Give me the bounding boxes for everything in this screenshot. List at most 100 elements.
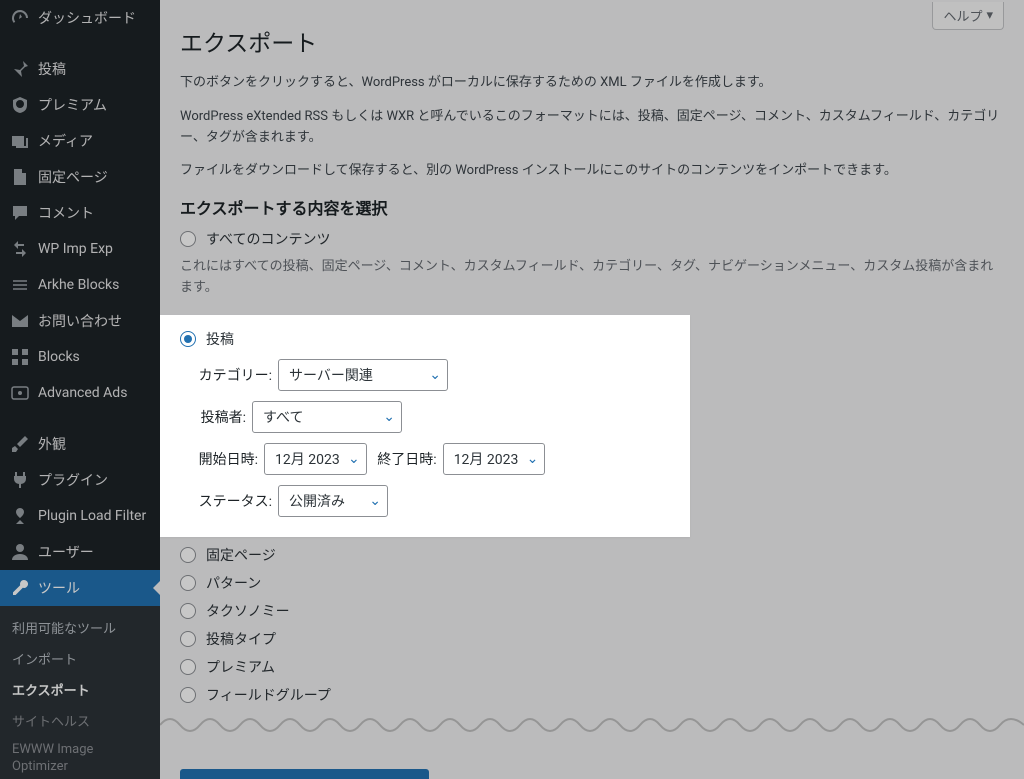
intro-paragraph-1: 下のボタンをクリックすると、WordPress がローカルに保存するための XM… [180,73,1004,94]
radio-icon [180,575,196,591]
start-date-select[interactable]: 12月 2023 ⌄ [264,443,367,475]
select-value: 12月 2023 [454,449,519,469]
category-select[interactable]: サーバー関連 ⌄ [278,359,448,391]
sidebar-item-contact[interactable]: お問い合わせ [0,303,160,339]
radio-patterns[interactable]: パターン [180,573,1004,593]
status-label: ステータス: [198,491,272,511]
radio-label: パターン [206,573,261,593]
pages-icon [10,167,30,187]
ad-icon [10,383,30,403]
radio-label: 投稿 [206,329,234,349]
sidebar-item-blocks[interactable]: Blocks [0,339,160,375]
chevron-down-icon: ⌄ [383,409,395,425]
radio-label: フィールドグループ [206,685,331,705]
sidebar-item-pluginloadfilter[interactable]: Plugin Load Filter [0,498,160,534]
help-label: ヘルプ [943,6,982,25]
radio-label: プレミアム [206,657,275,677]
admin-sidebar: ダッシュボード 投稿 プレミアム メディア 固定ページ コメント [0,0,160,779]
submenu-import[interactable]: インポート [0,643,160,674]
radio-icon [180,659,196,675]
sidebar-item-tools[interactable]: ツール [0,570,160,606]
chevron-down-icon: ⌄ [348,451,360,467]
radio-label: タクソノミー [206,601,290,621]
menu-label: Blocks [38,349,80,365]
menu-label: 外観 [38,434,66,454]
radio-post-type[interactable]: 投稿タイプ [180,629,1004,649]
sidebar-item-arkhe[interactable]: Arkhe Blocks [0,267,160,303]
date-range-row: 開始日時: 12月 2023 ⌄ 終了日時: 12月 2023 ⌄ [198,443,676,475]
author-row: 投稿者: すべて ⌄ [198,401,676,433]
menu-label: お問い合わせ [38,311,122,331]
sidebar-item-media[interactable]: メディア [0,123,160,159]
sidebar-item-posts[interactable]: 投稿 [0,51,160,87]
menu-label: Advanced Ads [38,385,127,401]
media-icon [10,131,30,151]
menu-label: Arkhe Blocks [38,277,119,293]
radio-pages[interactable]: 固定ページ [180,545,1004,565]
submenu-site-health[interactable]: サイトヘルス [0,705,160,736]
menu-label: 固定ページ [38,167,108,187]
content-truncation-divider [160,713,1024,737]
submenu-export[interactable]: エクスポート [0,674,160,705]
grid-icon [10,347,30,367]
chevron-down-icon: ▾ [986,8,993,23]
radio-premium[interactable]: プレミアム [180,657,1004,677]
main-content: ヘルプ ▾ エクスポート 下のボタンをクリックすると、WordPress がロー… [160,0,1024,779]
sidebar-item-users[interactable]: ユーザー [0,534,160,570]
sidebar-item-pages[interactable]: 固定ページ [0,159,160,195]
category-label: カテゴリー: [198,365,272,385]
sidebar-item-dashboard[interactable]: ダッシュボード [0,0,160,36]
intro-paragraph-2: WordPress eXtended RSS もしくは WXR と呼んでいるこの… [180,107,1004,149]
sidebar-item-plugins[interactable]: プラグイン [0,462,160,498]
menu-label: 投稿 [38,59,66,79]
plug-icon [10,470,30,490]
radio-label: 投稿タイプ [206,629,276,649]
page-title: エクスポート [180,24,1004,58]
radio-all-content[interactable]: すべてのコンテンツ [180,229,1004,249]
sidebar-item-comments[interactable]: コメント [0,195,160,231]
chevron-down-icon: ⌄ [369,493,381,509]
menu-label: コメント [38,203,94,223]
blocks-icon [10,275,30,295]
radio-icon [180,547,196,563]
radio-icon [180,231,196,247]
export-section-heading: エクスポートする内容を選択 [180,195,1004,219]
radio-icon [180,331,196,347]
sidebar-item-advancedads[interactable]: Advanced Ads [0,375,160,411]
radio-taxonomy[interactable]: タクソノミー [180,601,1004,621]
download-export-button[interactable]: エクスポートファイルをダウンロード [180,769,429,779]
select-value: サーバー関連 [289,365,373,385]
radio-posts[interactable]: 投稿 [180,329,676,349]
all-content-description: これにはすべての投稿、固定ページ、コメント、カスタムフィールド、カテゴリー、タグ… [180,257,1004,299]
chevron-down-icon: ⌄ [429,367,441,383]
menu-label: プラグイン [38,470,108,490]
author-select[interactable]: すべて ⌄ [252,401,402,433]
end-date-label: 終了日時: [377,449,437,469]
shield-icon [10,95,30,115]
sidebar-item-premium[interactable]: プレミアム [0,87,160,123]
radio-icon [180,603,196,619]
submenu-available-tools[interactable]: 利用可能なツール [0,612,160,643]
radio-label: 固定ページ [206,545,276,565]
menu-label: ユーザー [38,542,94,562]
radio-field-group[interactable]: フィールドグループ [180,685,1004,705]
status-row: ステータス: 公開済み ⌄ [198,485,676,517]
pin-icon [10,59,30,79]
menu-label: Plugin Load Filter [38,508,146,524]
help-tab[interactable]: ヘルプ ▾ [932,2,1004,30]
dashboard-icon [10,8,30,28]
start-date-label: 開始日時: [198,449,258,469]
status-select[interactable]: 公開済み ⌄ [278,485,388,517]
menu-label: ツール [38,578,80,598]
submenu-ewww[interactable]: EWWW Image Optimizer [0,736,160,779]
select-value: 公開済み [289,491,345,511]
select-value: すべて [263,407,303,427]
radio-icon [180,631,196,647]
sidebar-item-wpimpexp[interactable]: WP Imp Exp [0,231,160,267]
end-date-select[interactable]: 12月 2023 ⌄ [443,443,546,475]
sidebar-item-appearance[interactable]: 外観 [0,426,160,462]
transfer-icon [10,239,30,259]
filter-icon [10,506,30,526]
select-value: 12月 2023 [275,449,340,469]
radio-icon [180,687,196,703]
